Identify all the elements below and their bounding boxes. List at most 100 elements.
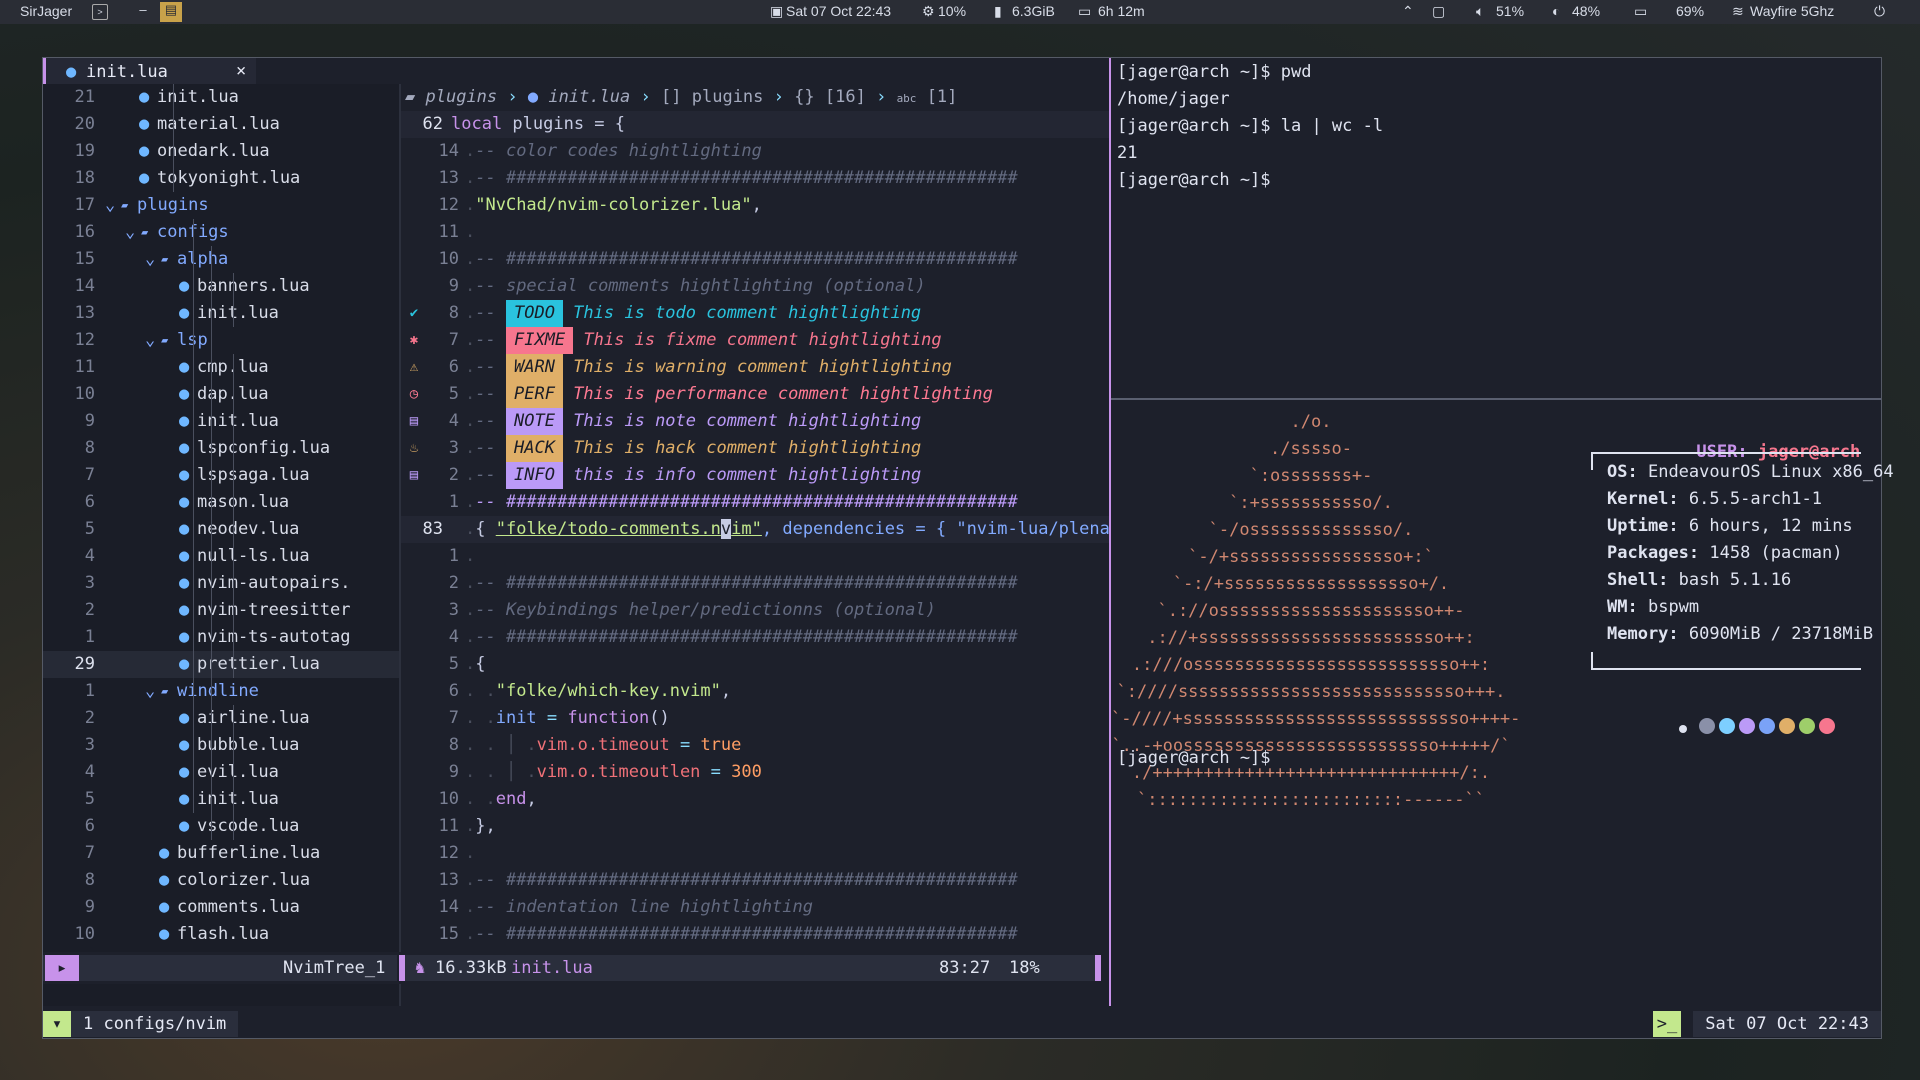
tree-file[interactable]: 5 ● neodev.lua: [43, 516, 399, 543]
logo-art-line: `.://osssssssssssssssssssso++-: [1157, 601, 1465, 621]
brightness-icon[interactable]: ◐: [1552, 3, 1560, 19]
wifi-name[interactable]: Wayfire 5Ghz: [1750, 3, 1834, 19]
code-line[interactable]: 7. .init = function(): [401, 705, 1109, 732]
tree-file[interactable]: 3 ● bubble.lua: [43, 732, 399, 759]
code-line[interactable]: 12.: [401, 840, 1109, 867]
code-line[interactable]: ✱ 7 .-- FIXME This is fixme comment hightl…: [401, 327, 1109, 354]
code-line[interactable]: ▤ 2 .-- INFO this is info comment hightlig…: [401, 462, 1109, 489]
tree-file[interactable]: 5 ● init.lua: [43, 786, 399, 813]
code-line[interactable]: 10. .end,: [401, 786, 1109, 813]
tree-file[interactable]: 4 ● evil.lua: [43, 759, 399, 786]
line-number: 12: [438, 195, 459, 215]
code-line[interactable]: 11.},: [401, 813, 1109, 840]
tree-file[interactable]: 3 ● nvim-autopairs.: [43, 570, 399, 597]
tree-file[interactable]: 10 ● flash.lua: [43, 921, 399, 948]
tree-file[interactable]: 1 ● nvim-ts-autotag: [43, 624, 399, 651]
breadcrumb-index[interactable]: [16]: [825, 87, 866, 107]
file-tree[interactable]: 21 ● init.lua 20 ● material.lua 19 ● onedark.lua…: [43, 84, 399, 1006]
tree-file[interactable]: 29 ● prettier.lua: [43, 651, 399, 678]
code-line[interactable]: 83 .{ "folke/todo-comments.nvim", depend…: [401, 516, 1109, 543]
tree-file[interactable]: 18 ● tokyonight.lua: [43, 165, 399, 192]
tree-folder[interactable]: 1 ⌄ ▰ windline: [43, 678, 399, 705]
code-line[interactable]: 11.: [401, 219, 1109, 246]
workspace-label[interactable]: 1 configs/nvim: [71, 1011, 239, 1037]
fetch-pane[interactable]: ./o. ./sssso- `:osssssss+- `:+sssssssssso/.…: [1111, 400, 1894, 1006]
tree-file[interactable]: 6 ● mason.lua: [43, 489, 399, 516]
chevron-down-icon[interactable]: ⌄: [145, 678, 155, 705]
tree-file[interactable]: 8 ● colorizer.lua: [43, 867, 399, 894]
volume-icon[interactable]: 🔈︎: [1476, 3, 1484, 20]
tree-file[interactable]: 2 ● airline.lua: [43, 705, 399, 732]
code-line[interactable]: 2 .-- ###################################…: [401, 570, 1109, 597]
tree-file[interactable]: 7 ● lspsaga.lua: [43, 462, 399, 489]
chevron-down-icon[interactable]: ⌄: [145, 246, 155, 273]
code-editor[interactable]: ▰ plugins › ● init.lua › [] plugins › {}…: [401, 84, 1109, 1006]
code-line[interactable]: 1 .-- ###################################…: [401, 489, 1109, 516]
dash-workspace-icon[interactable]: –: [132, 2, 154, 22]
breadcrumb-element[interactable]: [1]: [927, 87, 958, 107]
tree-file[interactable]: 11 ● cmp.lua: [43, 354, 399, 381]
chevron-right-icon: ›: [876, 87, 897, 107]
tree-file[interactable]: 6 ● vscode.lua: [43, 813, 399, 840]
code-line[interactable]: ⚠ 6 .-- WARN This is warning comment hight…: [401, 354, 1109, 381]
code-line[interactable]: 14 .-- color codes hightlighting: [401, 138, 1109, 165]
code-line[interactable]: ♨ 3 .-- HACK This is hack comment hightlig…: [401, 435, 1109, 462]
tree-file[interactable]: 10 ● dap.lua: [43, 381, 399, 408]
tree-file[interactable]: 21 ● init.lua: [43, 84, 399, 111]
code-line[interactable]: 62 local plugins = {: [401, 111, 1109, 138]
code-line[interactable]: 3 .-- Keybindings helper/predictionns (op…: [401, 597, 1109, 624]
fetch-key: Kernel:: [1607, 489, 1679, 509]
tree-file[interactable]: 13 ● init.lua: [43, 300, 399, 327]
code-line[interactable]: 13 .-- ##################################…: [401, 867, 1109, 894]
tree-file[interactable]: 8 ● lspconfig.lua: [43, 435, 399, 462]
code-line[interactable]: 15 .-- ##################################…: [401, 921, 1109, 948]
code-line[interactable]: ▤ 4 .-- NOTE This is note comment hightlig…: [401, 408, 1109, 435]
tree-file[interactable]: 14 ● banners.lua: [43, 273, 399, 300]
tree-folder[interactable]: 17 ⌄ ▰ plugins: [43, 192, 399, 219]
chevron-down-icon[interactable]: ⌄: [145, 327, 155, 354]
tree-file[interactable]: 4 ● null-ls.lua: [43, 543, 399, 570]
chevron-down-icon[interactable]: ⌄: [125, 219, 135, 246]
tree-file[interactable]: 19 ● onedark.lua: [43, 138, 399, 165]
close-icon[interactable]: ×: [236, 61, 246, 81]
neovim-pane[interactable]: ● init.lua × 21 ● init.lua 20 ● material.lua 1…: [43, 58, 1109, 1006]
tree-file[interactable]: 9 ● comments.lua: [43, 894, 399, 921]
breadcrumb-symbol[interactable]: plugins: [692, 87, 764, 107]
tree-folder[interactable]: 16 ⌄ ▰ configs: [43, 219, 399, 246]
code-line[interactable]: 1.: [401, 543, 1109, 570]
chevron-down-icon[interactable]: ⌄: [105, 192, 115, 219]
breadcrumb-file[interactable]: init.lua: [548, 87, 630, 107]
power-icon[interactable]: ⏻: [1874, 3, 1885, 20]
terminal-workspace-icon[interactable]: >: [92, 4, 108, 20]
code-line[interactable]: 5 .{: [401, 651, 1109, 678]
code-line[interactable]: 10 .-- ##################################…: [401, 246, 1109, 273]
code-line[interactable]: 14 .-- indentation line hightlighting: [401, 894, 1109, 921]
buffer-tab[interactable]: ● init.lua ×: [43, 58, 256, 84]
workspace-icon[interactable]: ▾: [43, 1011, 71, 1037]
tree-folder[interactable]: 15 ⌄ ▰ alpha: [43, 246, 399, 273]
brightness-level[interactable]: 48%: [1572, 3, 1600, 19]
tree-file[interactable]: 7 ● bufferline.lua: [43, 840, 399, 867]
volume-level[interactable]: 51%: [1496, 3, 1524, 19]
shell-pane[interactable]: [jager@arch ~]$ pwd/home/jager [jager@arc…: [1111, 58, 1881, 398]
tree-file[interactable]: 20 ● material.lua: [43, 111, 399, 138]
line-number: 8: [448, 735, 459, 755]
code-line[interactable]: ✔ 8 .-- TODO This is todo comment hightlig…: [401, 300, 1109, 327]
code-line[interactable]: 12 ."NvChad/nvim-colorizer.lua",: [401, 192, 1109, 219]
wifi-icon[interactable]: ≋: [1732, 3, 1744, 20]
code-line[interactable]: 13 .-- ##################################…: [401, 165, 1109, 192]
code-line[interactable]: ◷ 5 .-- PERF This is performance comment h…: [401, 381, 1109, 408]
code-line[interactable]: 9. . │ .vim.o.timeoutlen = 300: [401, 759, 1109, 786]
code-line[interactable]: 6. ."folke/which-key.nvim",: [401, 678, 1109, 705]
files-workspace-icon[interactable]: ▤: [160, 2, 182, 22]
code-line[interactable]: 4 .-- ###################################…: [401, 624, 1109, 651]
tree-file[interactable]: 2 ● nvim-treesitter: [43, 597, 399, 624]
chevron-up-icon[interactable]: ⌃: [1402, 3, 1414, 20]
line-number: 6: [84, 816, 95, 836]
code-line[interactable]: 8. . │ .vim.o.timeout = true: [401, 732, 1109, 759]
code-line[interactable]: 9 .-- special comments hightlighting (opt…: [401, 273, 1109, 300]
screen-icon[interactable]: ▢: [1432, 3, 1445, 20]
breadcrumb-folder[interactable]: plugins: [426, 87, 498, 107]
tree-folder[interactable]: 12⌄▰lsp: [43, 327, 399, 354]
tree-file[interactable]: 9 ● init.lua: [43, 408, 399, 435]
